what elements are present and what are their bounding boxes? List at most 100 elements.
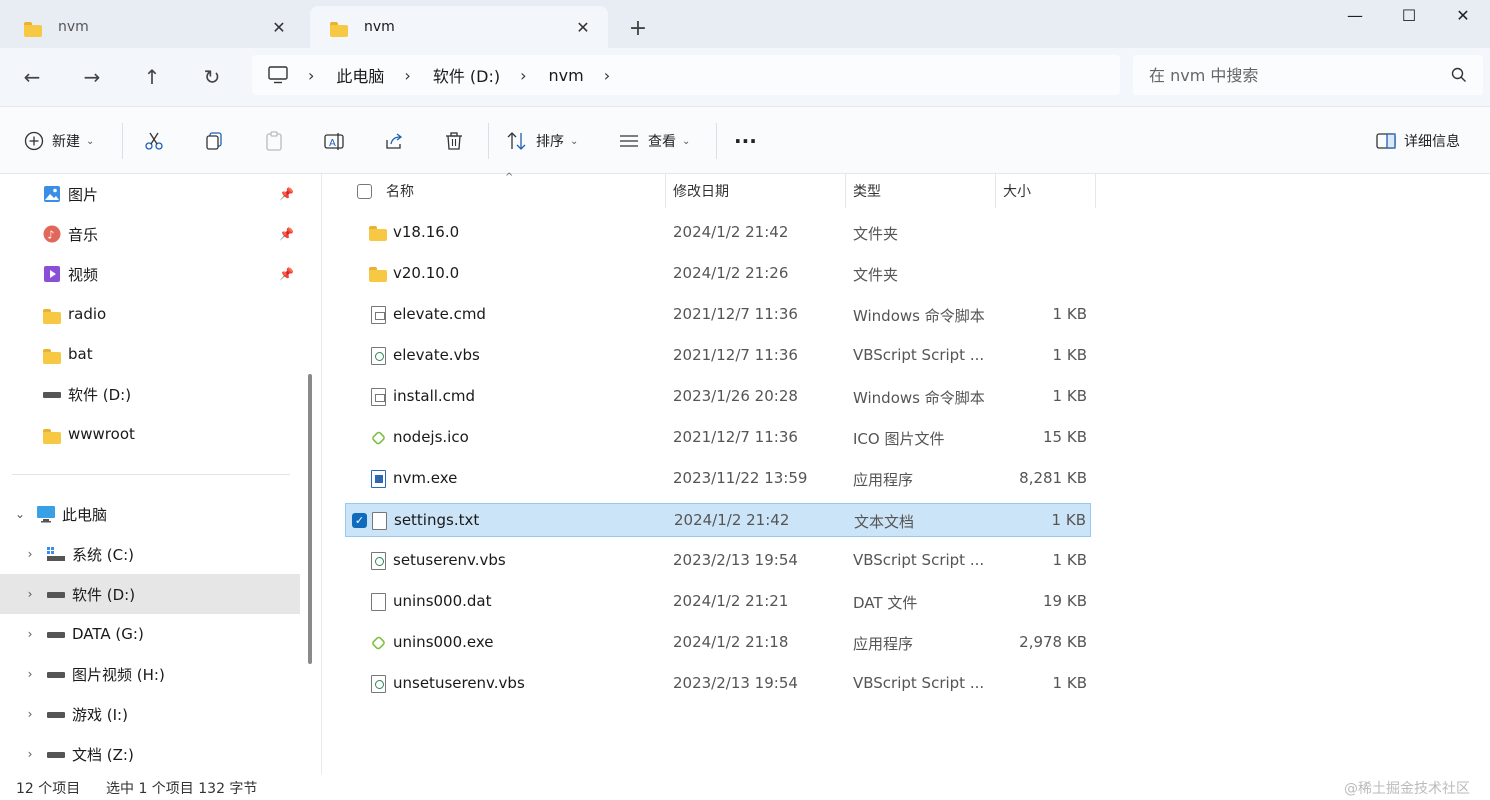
breadcrumb-nvm[interactable]: nvm: [549, 66, 584, 85]
sidebar-item-drive-h[interactable]: › 图片视频 (H:): [0, 654, 300, 694]
file-row[interactable]: unins000.exe 2024/1/2 21:18 应用程序 2,978 KB: [345, 626, 1091, 660]
chevron-right-icon[interactable]: ›: [520, 66, 526, 85]
forward-button[interactable]: →: [76, 61, 108, 93]
file-row[interactable]: elevate.vbs 2021/12/7 11:36 VBScript Scrip…: [345, 339, 1091, 373]
up-button[interactable]: ↑: [136, 61, 168, 93]
folder-icon: [24, 20, 42, 37]
sidebar-item-drive-d[interactable]: › 软件 (D:): [0, 574, 300, 614]
sidebar-item-videos[interactable]: 视频 📌: [0, 254, 300, 294]
share-button[interactable]: [384, 123, 404, 159]
file-date: 2023/1/26 20:28: [673, 387, 798, 405]
tab-nvm-2[interactable]: nvm ✕: [310, 6, 608, 48]
sidebar-item-drive-z[interactable]: › 文档 (Z:): [0, 734, 300, 774]
sidebar-item-this-pc[interactable]: ⌄ 此电脑: [0, 494, 300, 534]
chevron-right-icon[interactable]: ›: [22, 707, 38, 721]
sort-button[interactable]: 排序 ⌄: [506, 123, 578, 159]
delete-button[interactable]: [444, 123, 464, 159]
sidebar-item-pictures[interactable]: 图片 📌: [0, 174, 300, 214]
breadcrumb-drive-d[interactable]: 软件 (D:): [433, 63, 500, 87]
chevron-right-icon[interactable]: ›: [22, 747, 38, 761]
chevron-down-icon[interactable]: ⌄: [12, 507, 28, 521]
scissors-icon: [145, 132, 163, 150]
paste-button[interactable]: [264, 123, 284, 159]
file-row[interactable]: nodejs.ico 2021/12/7 11:36 ICO 图片文件 15 KB: [345, 421, 1091, 455]
column-header-type[interactable]: 类型: [853, 174, 881, 208]
back-button[interactable]: ←: [16, 61, 48, 93]
chevron-right-icon[interactable]: ›: [22, 547, 38, 561]
sidebar-item-bat[interactable]: bat: [0, 334, 300, 374]
file-row[interactable]: v18.16.0 2024/1/2 21:42 文件夹: [345, 216, 1091, 250]
column-divider[interactable]: [995, 174, 996, 208]
search-icon[interactable]: [1451, 67, 1467, 83]
sidebar-scrollbar[interactable]: [308, 374, 312, 664]
file-name: install.cmd: [393, 387, 476, 405]
chevron-right-icon[interactable]: ›: [22, 627, 38, 641]
checkbox-checked-icon[interactable]: ✓: [352, 513, 367, 528]
file-row[interactable]: v20.10.0 2024/1/2 21:26 文件夹: [345, 257, 1091, 291]
column-header-name[interactable]: 名称: [357, 174, 665, 208]
sidebar-item-drive-c[interactable]: › 系统 (C:): [0, 534, 300, 574]
drive-icon: [46, 664, 66, 684]
details-label: 详细信息: [1404, 134, 1460, 150]
column-header-date[interactable]: 修改日期: [673, 174, 729, 208]
breadcrumb-this-pc[interactable]: 此电脑: [336, 63, 384, 87]
file-row[interactable]: unsetuserenv.vbs 2023/2/13 19:54 VBScript …: [345, 667, 1091, 701]
column-divider[interactable]: [665, 174, 666, 208]
select-all-checkbox[interactable]: [357, 183, 372, 199]
new-button[interactable]: 新建 ⌄: [24, 123, 94, 159]
new-tab-button[interactable]: +: [624, 14, 652, 42]
file-row[interactable]: ✓ settings.txt 2024/1/2 21:42 文本文档 1 KB: [345, 503, 1091, 537]
maximize-button[interactable]: ☐: [1382, 0, 1436, 30]
sidebar-item-drive-i[interactable]: › 游戏 (I:): [0, 694, 300, 734]
file-row[interactable]: nvm.exe 2023/11/22 13:59 应用程序 8,281 KB: [345, 462, 1091, 496]
refresh-button[interactable]: ↻: [196, 61, 228, 93]
file-name: unins000.exe: [393, 633, 494, 651]
pin-icon[interactable]: 📌: [279, 227, 294, 241]
pin-icon[interactable]: 📌: [279, 267, 294, 281]
chevron-right-icon[interactable]: ›: [404, 66, 410, 85]
rename-button[interactable]: A: [324, 123, 344, 159]
file-row[interactable]: unins000.dat 2024/1/2 21:21 DAT 文件 19 KB: [345, 585, 1091, 619]
sidebar-item-radio[interactable]: radio: [0, 294, 300, 334]
more-options-button[interactable]: ···: [734, 123, 757, 159]
details-pane-button[interactable]: 详细信息: [1376, 123, 1460, 159]
close-icon[interactable]: ✕: [572, 16, 594, 38]
chevron-right-icon[interactable]: ›: [308, 66, 314, 85]
navigation-pane: 图片 📌 ♪ 音乐 📌 视频 📌 radio bat 软件 (D:) wwwro…: [0, 174, 322, 774]
file-size: 2,978 KB: [1019, 633, 1087, 651]
chevron-right-icon[interactable]: ›: [22, 587, 38, 601]
view-button[interactable]: 查看 ⌄: [618, 123, 690, 159]
sidebar-item-music[interactable]: ♪ 音乐 📌: [0, 214, 300, 254]
file-type: VBScript Script ...: [853, 346, 985, 364]
file-date: 2021/12/7 11:36: [673, 305, 798, 323]
copy-button[interactable]: [204, 123, 224, 159]
folder-icon: [369, 224, 387, 242]
sidebar-item-drive-g[interactable]: › DATA (G:): [0, 614, 300, 654]
file-row[interactable]: install.cmd 2023/1/26 20:28 Windows 命令脚本 1 …: [345, 380, 1091, 414]
sidebar-item-drive-d[interactable]: 软件 (D:): [0, 374, 300, 414]
file-name: elevate.vbs: [393, 346, 480, 364]
chevron-right-icon[interactable]: ›: [604, 66, 610, 85]
pin-icon[interactable]: 📌: [279, 187, 294, 201]
system-drive-icon: [46, 544, 66, 564]
sidebar-item-wwwroot[interactable]: wwwroot: [0, 414, 300, 454]
column-header-size[interactable]: 大小: [1003, 174, 1031, 208]
minimize-button[interactable]: —: [1328, 0, 1382, 30]
tab-nvm-1[interactable]: nvm ✕: [4, 6, 304, 48]
folder-icon: [42, 304, 62, 324]
file-type: VBScript Script ...: [853, 674, 985, 692]
window-close-button[interactable]: ✕: [1436, 0, 1490, 30]
folder-icon: [330, 20, 348, 37]
column-divider[interactable]: [1095, 174, 1096, 208]
column-divider[interactable]: [845, 174, 846, 208]
folder-icon: [42, 344, 62, 364]
search-input[interactable]: [1149, 65, 1451, 85]
chevron-right-icon[interactable]: ›: [22, 667, 38, 681]
file-row[interactable]: setuserenv.vbs 2023/2/13 19:54 VBScript Sc…: [345, 544, 1091, 578]
address-bar[interactable]: › 此电脑 › 软件 (D:) › nvm ›: [252, 55, 1120, 95]
close-icon[interactable]: ✕: [268, 16, 290, 38]
file-date: 2021/12/7 11:36: [673, 428, 798, 446]
file-row[interactable]: elevate.cmd 2021/12/7 11:36 Windows 命令脚本 1 …: [345, 298, 1091, 332]
rename-icon: A: [324, 133, 344, 150]
cut-button[interactable]: [144, 123, 164, 159]
